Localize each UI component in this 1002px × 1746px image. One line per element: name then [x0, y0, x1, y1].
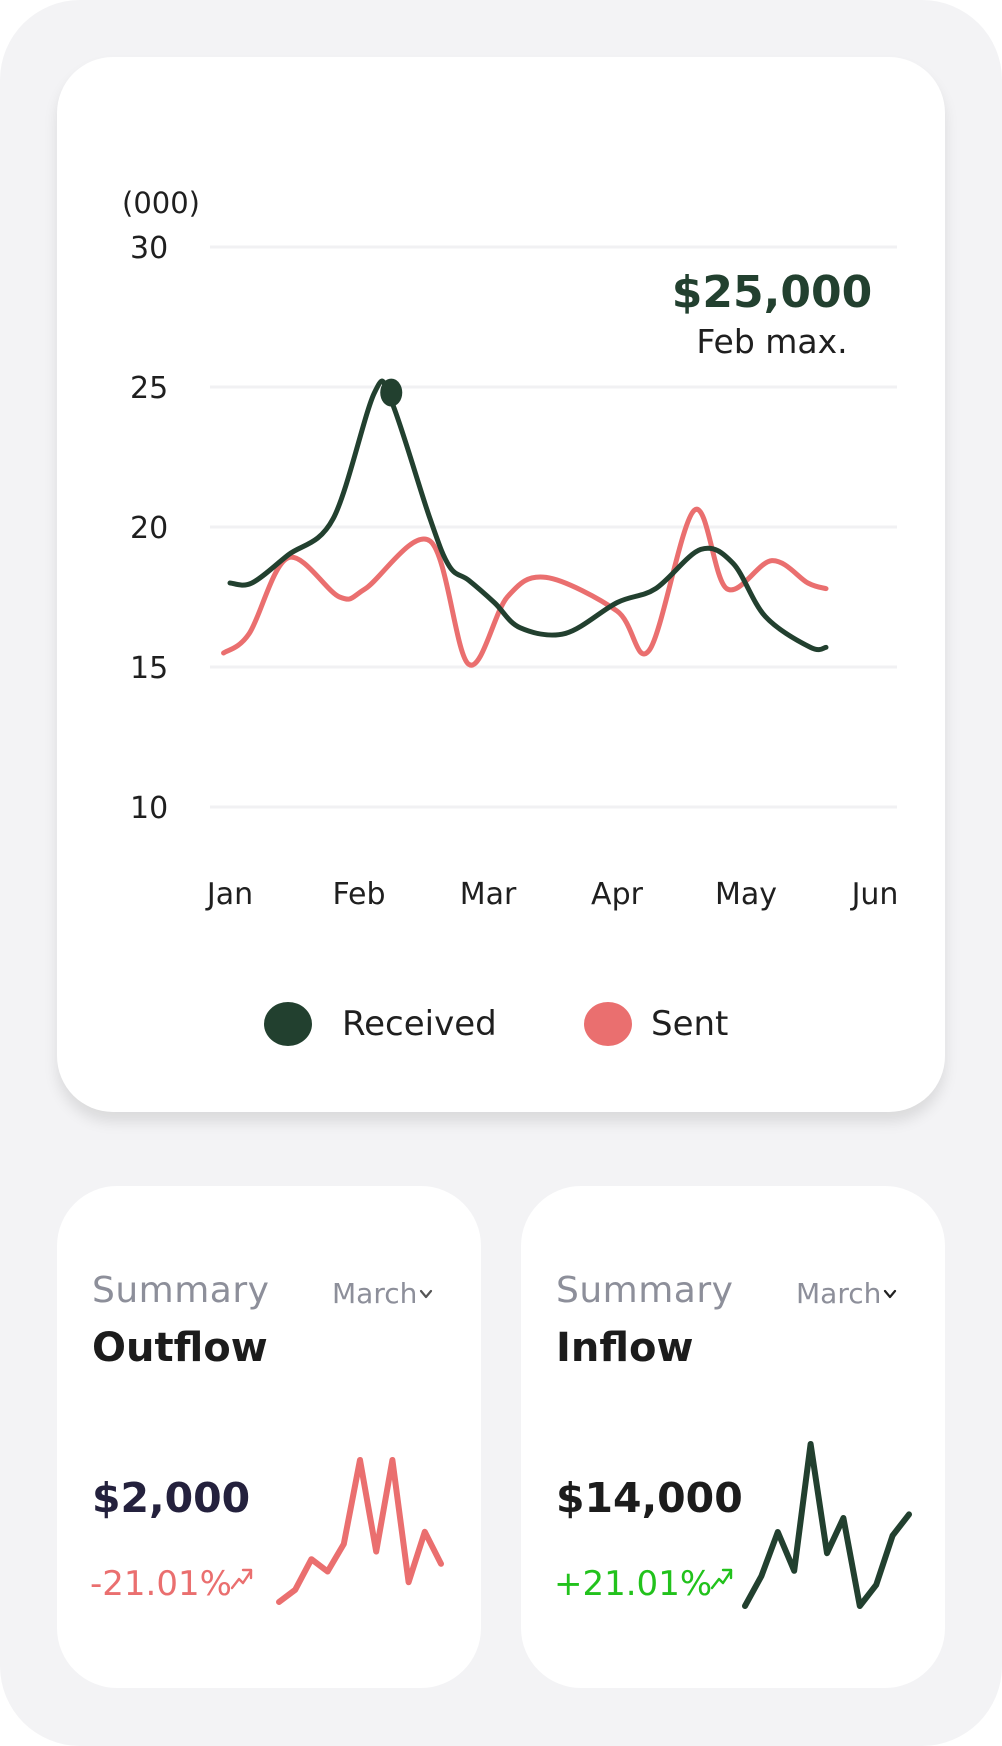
x-tick-label: May: [715, 877, 777, 912]
outflow-summary-card: Summary March Outflow $2,000 -21.01%: [57, 1186, 481, 1688]
outflow-sparkline: [276, 1457, 444, 1605]
inflow-change-value: +21.01%: [554, 1564, 713, 1604]
line-chart: 30 25 20 15 10 (000) Jan Feb Mar Apr May Jun $25,000…: [122, 186, 899, 1046]
y-tick-label: 20: [130, 511, 168, 546]
y-axis-unit-label: (000): [122, 186, 200, 220]
sparkline-path: [276, 1457, 444, 1605]
legend-label: Sent: [651, 1004, 728, 1044]
trending-up-icon: [230, 1568, 253, 1590]
line-chart-card: 30 25 20 15 10 (000) Jan Feb Mar Apr May Jun $25,000…: [57, 57, 945, 1112]
legend-swatch: [264, 1002, 312, 1046]
legend-swatch: [584, 1002, 632, 1046]
legend-label: Received: [342, 1004, 497, 1044]
sparkline-path: [742, 1441, 912, 1609]
legend-item-sent[interactable]: Sent: [584, 1002, 728, 1046]
inflow-month-select[interactable]: March: [796, 1277, 897, 1310]
inflow-summary-card: Summary March Inflow $14,000 +21.01%: [521, 1186, 945, 1688]
trending-up-icon: [710, 1568, 733, 1590]
max-value-label: $25,000: [672, 267, 872, 318]
x-tick-label: Jan: [205, 877, 253, 912]
x-tick-label: Jun: [850, 877, 899, 912]
outflow-title: Outflow: [92, 1325, 268, 1371]
inflow-title: Inflow: [556, 1325, 694, 1371]
y-tick-label: 10: [130, 791, 168, 826]
chevron-down-icon: [884, 1289, 897, 1298]
series-line-sent: [221, 507, 829, 668]
y-tick-label: 25: [130, 371, 168, 406]
x-tick-label: Feb: [332, 877, 385, 912]
max-point-marker[interactable]: [380, 378, 403, 407]
outflow-change-value: -21.01%: [90, 1564, 232, 1604]
outflow-month-value: March: [332, 1277, 418, 1310]
outflow-change: -21.01%: [90, 1564, 254, 1604]
y-tick-label: 15: [130, 651, 168, 686]
x-tick-label: Mar: [460, 877, 517, 912]
legend-item-received[interactable]: Received: [264, 1002, 497, 1046]
inflow-change: +21.01%: [554, 1564, 734, 1604]
chevron-down-icon: [420, 1289, 433, 1298]
inflow-month-value: March: [796, 1277, 882, 1310]
outflow-month-select[interactable]: March: [332, 1277, 433, 1310]
inflow-summary-label: Summary: [556, 1270, 734, 1311]
outflow-amount: $2,000: [92, 1474, 251, 1522]
max-caption-label: Feb max.: [696, 322, 847, 361]
app-background: 30 25 20 15 10 (000) Jan Feb Mar Apr May Jun $25,000…: [0, 0, 1002, 1746]
x-tick-label: Apr: [591, 877, 644, 912]
outflow-summary-label: Summary: [92, 1270, 270, 1311]
series-line-received: [227, 378, 829, 653]
inflow-sparkline: [742, 1441, 912, 1609]
y-tick-label: 30: [130, 231, 168, 266]
inflow-amount: $14,000: [556, 1474, 743, 1522]
